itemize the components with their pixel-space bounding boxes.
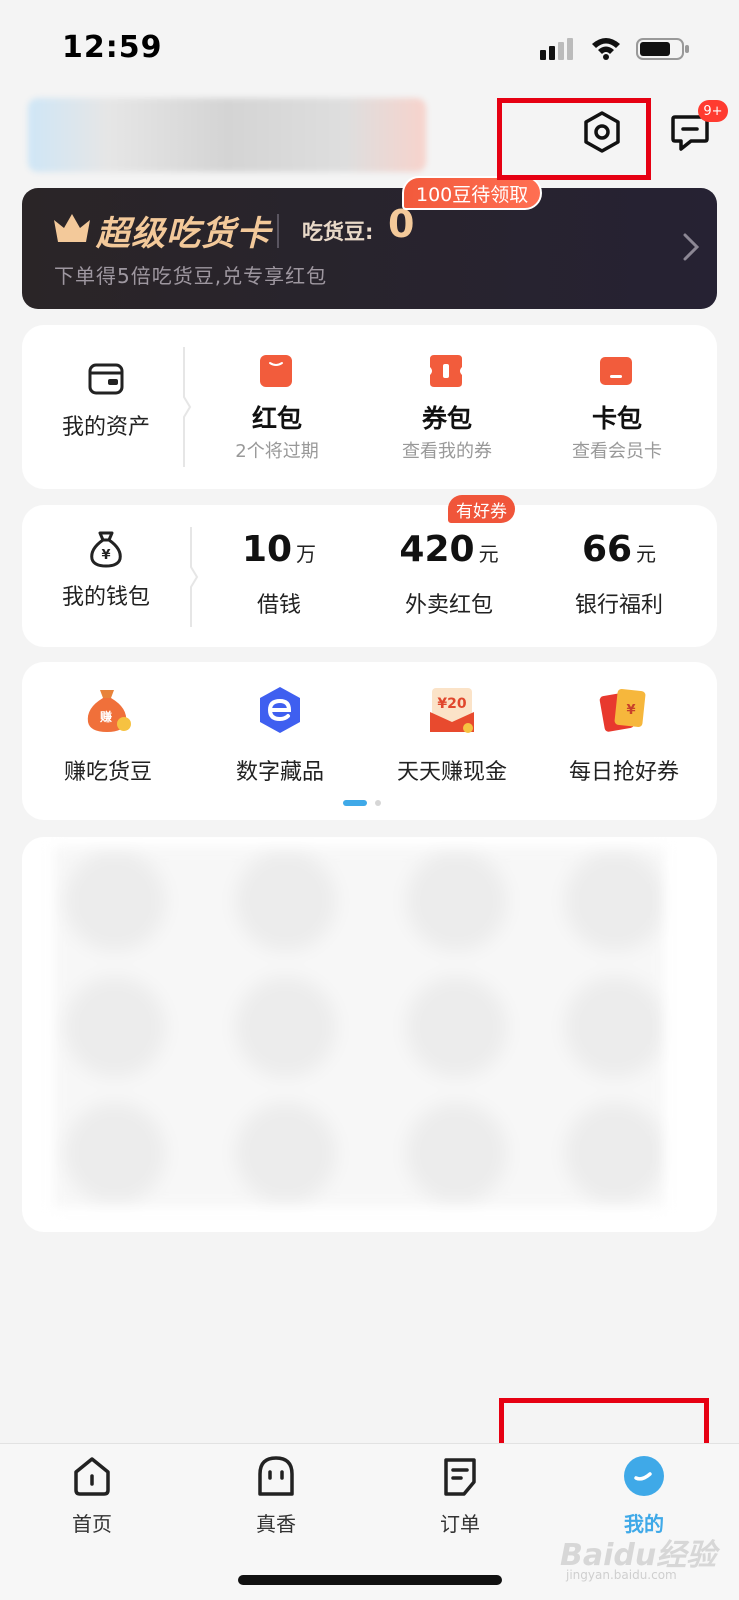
divider: [277, 214, 279, 248]
delivery-red-packet-entry[interactable]: 420 元 外卖红包: [364, 505, 534, 647]
bank-benefits-label: 银行福利: [574, 593, 663, 618]
tab-home[interactable]: 首页: [0, 1444, 184, 1554]
svg-text:赚: 赚: [99, 709, 112, 724]
blurred-content-card: [22, 837, 717, 1232]
order-icon: [444, 1458, 476, 1496]
card-pack-entry[interactable]: 卡包 查看会员卡: [532, 325, 702, 489]
ticket-icon: ¥: [599, 689, 646, 732]
super-foodie-card[interactable]: 超级吃货卡 吃货豆: 0 下单得5倍吃货豆,兑专享红包: [22, 188, 717, 309]
settings-button[interactable]: [572, 102, 632, 162]
my-assets-label: 我的资产: [61, 415, 150, 440]
ghost-face-icon: [258, 1456, 294, 1496]
coupon-sub: 查看我的券: [402, 441, 492, 462]
watermark-url: jingyan.baidu.com: [566, 1568, 677, 1582]
cellular-signal-icon: [540, 38, 573, 60]
card-pack-title: 卡包: [591, 404, 642, 433]
beans-label: 吃货豆:: [302, 220, 374, 244]
cash-envelope-icon: ¥20: [430, 688, 474, 733]
red-packet-icon: [260, 355, 292, 387]
good-coupon-tag: 有好券: [448, 495, 515, 523]
chevron-right-icon: [683, 233, 700, 261]
my-wallet-entry[interactable]: ¥ 我的钱包: [22, 505, 190, 647]
borrow-value: 10: [241, 529, 293, 570]
svg-text:¥: ¥: [626, 703, 635, 718]
message-count-badge: 9+: [698, 100, 728, 122]
tab-orders[interactable]: 订单: [368, 1444, 552, 1554]
home-icon: [74, 1457, 110, 1496]
red-packet-sub: 2个将过期: [235, 441, 319, 462]
daily-cash-label: 天天赚现金: [396, 760, 507, 785]
page-indicator-active-dot: [343, 800, 367, 806]
tab-trending-label: 真香: [256, 1512, 296, 1536]
profile-icon: [624, 1456, 664, 1496]
blurred-content: [54, 847, 664, 1207]
profile-avatar-and-name[interactable]: [28, 98, 426, 172]
daily-coupon-entry[interactable]: ¥ 每日抢好券: [538, 662, 710, 820]
delivery-red-packet-label: 外卖红包: [404, 593, 493, 618]
digital-collectible-icon: [260, 687, 300, 733]
tab-home-label: 首页: [72, 1512, 112, 1536]
digital-collectibles-label: 数字藏品: [235, 760, 324, 785]
earn-beans-label: 赚吃货豆: [63, 760, 152, 785]
my-assets-entry[interactable]: 我的资产: [22, 325, 190, 489]
borrow-entry[interactable]: 10 万 借钱: [194, 505, 364, 647]
assets-card: 我的资产 红包 2个将过期 券包 查看我的券 卡包 查看会员卡: [22, 325, 717, 489]
crown-icon: [54, 214, 90, 242]
battery-icon: [636, 38, 689, 60]
wifi-icon: [592, 38, 620, 60]
bank-benefits-unit: 元: [636, 542, 657, 566]
tab-trending[interactable]: 真香: [184, 1444, 368, 1554]
earn-beans-entry[interactable]: 赚 赚吃货豆: [22, 662, 194, 820]
status-bar: 12:59: [0, 0, 739, 90]
home-indicator: [238, 1575, 502, 1585]
claim-beans-pill[interactable]: 100豆待领取: [402, 176, 543, 210]
money-bag-icon: 赚: [87, 690, 131, 732]
super-card-subtitle: 下单得5倍吃货豆,兑专享红包: [54, 264, 328, 288]
bank-benefits-value: 66: [581, 529, 633, 570]
coupon-icon: [430, 355, 462, 387]
card-pack-sub: 查看会员卡: [572, 441, 662, 462]
super-card-title: 超级吃货卡: [96, 214, 271, 254]
money-bag-icon: ¥: [90, 531, 122, 568]
feature-shortcuts-card: 赚 赚吃货豆 数字藏品 ¥20 天天赚现金 ¥ 每日抢好券: [22, 662, 717, 820]
borrow-label: 借钱: [256, 593, 301, 618]
digital-collectibles-entry[interactable]: 数字藏品: [194, 662, 366, 820]
bank-benefits-entry[interactable]: 66 元 银行福利: [534, 505, 704, 647]
status-time: 12:59: [62, 30, 163, 65]
page-indicator: [22, 800, 717, 806]
card-icon: [600, 357, 632, 385]
daily-cash-entry[interactable]: ¥20 天天赚现金: [366, 662, 538, 820]
delivery-red-packet-value: 420: [399, 529, 475, 570]
coupon-title: 券包: [421, 404, 472, 433]
coupon-entry[interactable]: 券包 查看我的券: [362, 325, 532, 489]
tab-orders-label: 订单: [440, 1512, 480, 1536]
delivery-red-packet-unit: 元: [478, 542, 499, 566]
svg-text:¥: ¥: [101, 548, 110, 563]
page-indicator-dot: [375, 800, 381, 806]
cash-amount-text: ¥20: [437, 696, 466, 712]
gear-icon: [584, 111, 620, 153]
daily-coupon-label: 每日抢好券: [568, 760, 679, 785]
wallet-card: ¥ 我的钱包 10 万 借钱 420 元 外卖红包 66 元 银行福利 有好券: [22, 495, 717, 647]
wallet-icon: [88, 363, 124, 395]
my-wallet-label: 我的钱包: [61, 585, 150, 610]
red-packet-entry[interactable]: 红包 2个将过期: [192, 325, 362, 489]
borrow-unit: 万: [296, 542, 317, 566]
red-packet-title: 红包: [251, 404, 302, 433]
